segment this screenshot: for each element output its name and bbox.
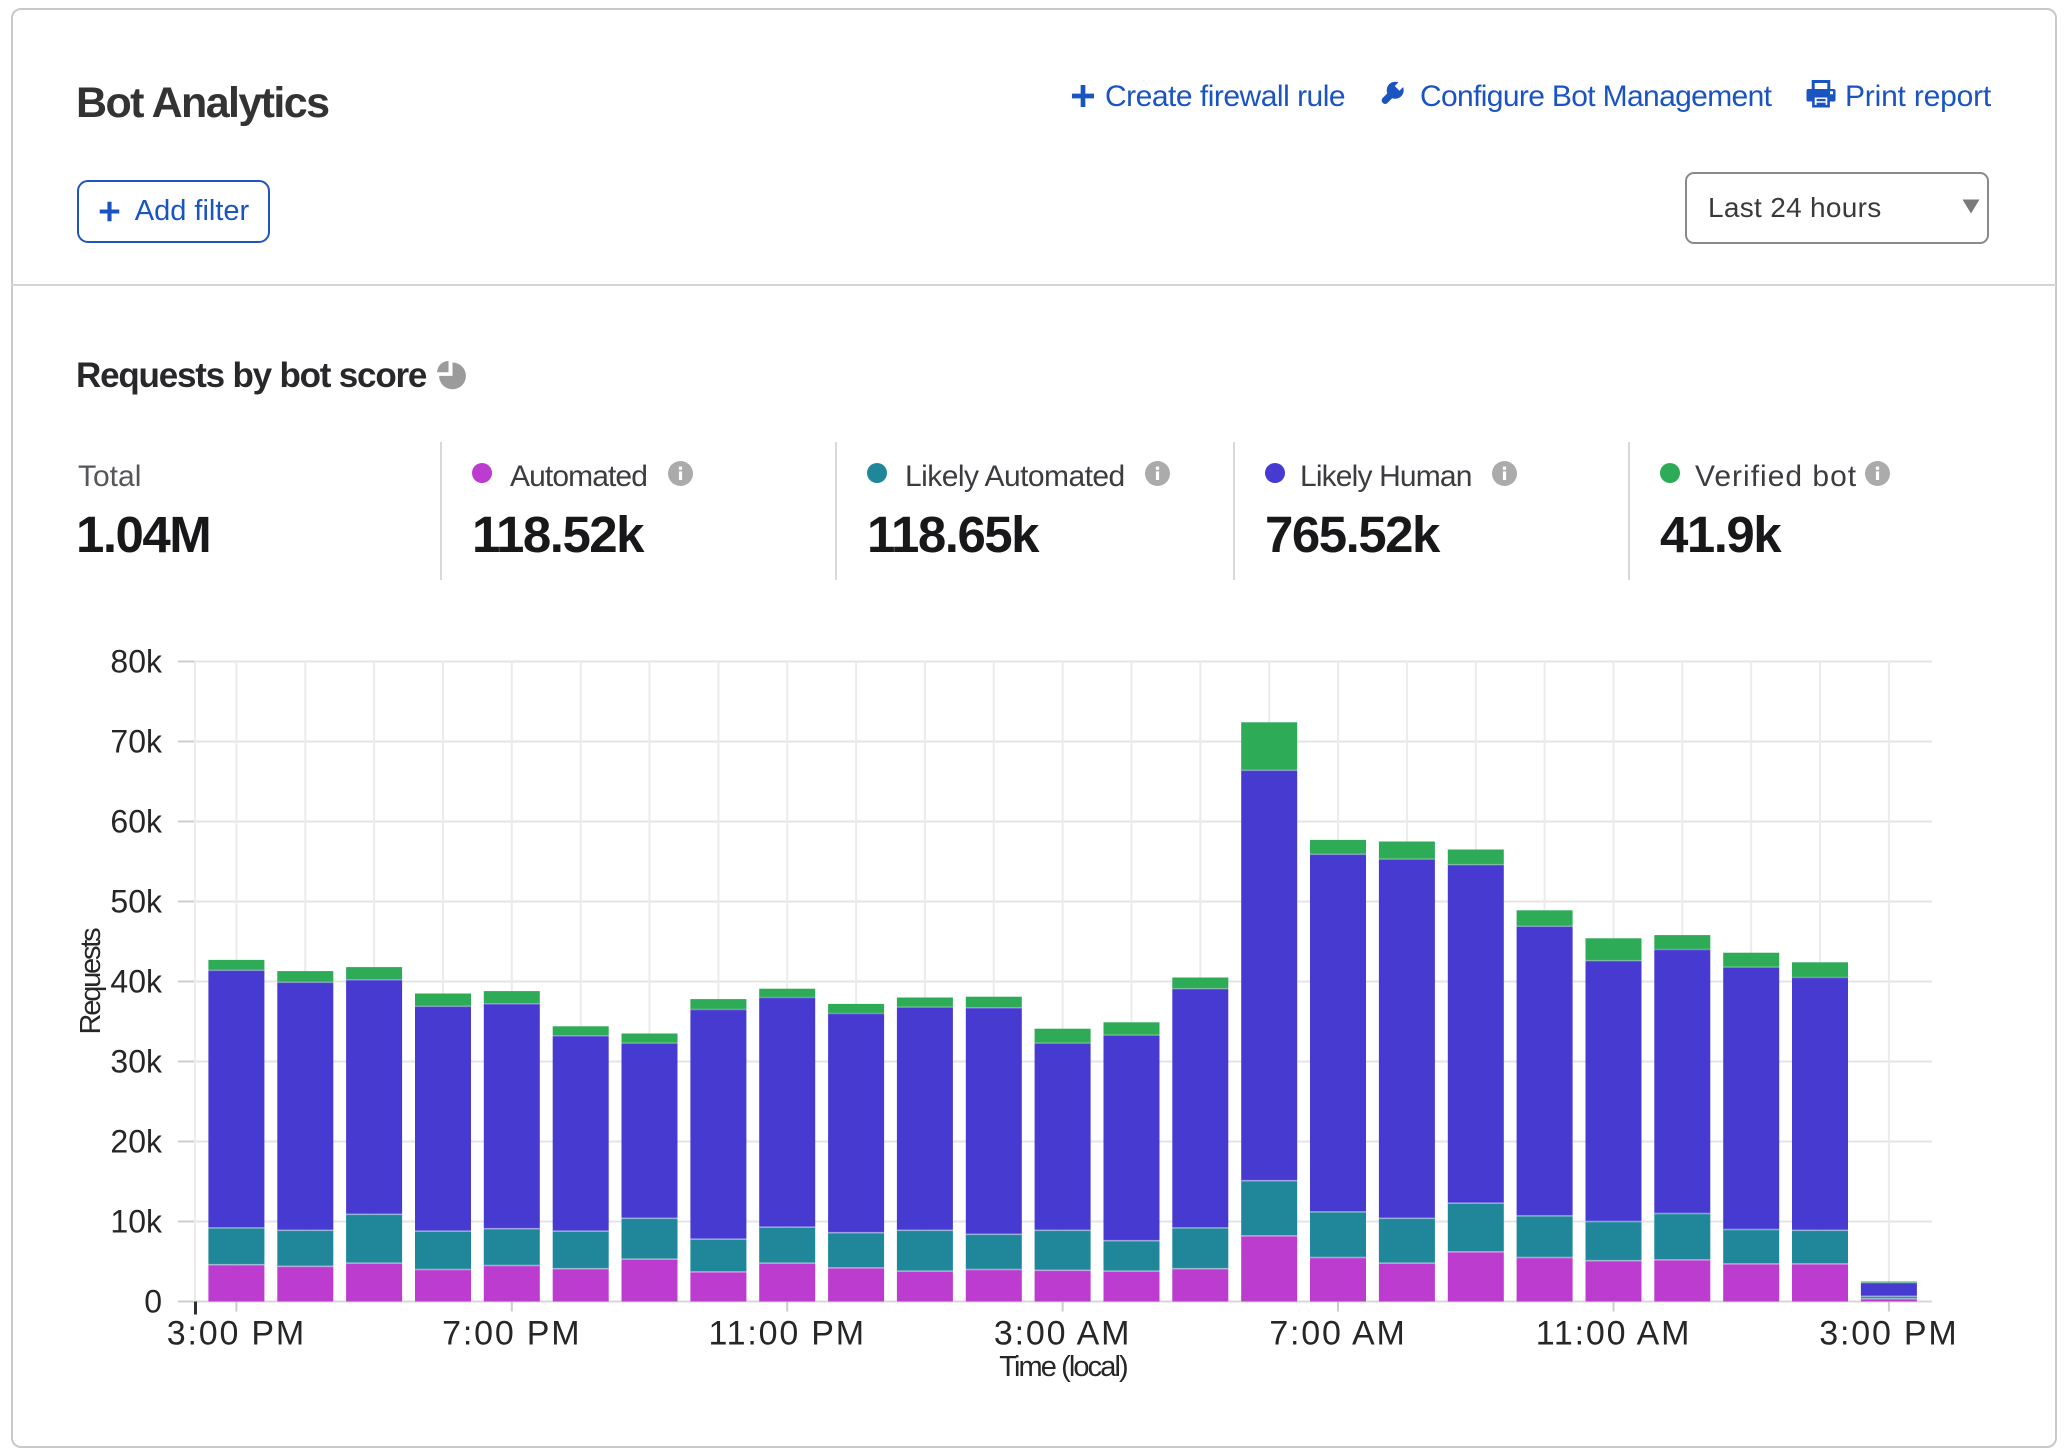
svg-text:11:00 AM: 11:00 AM	[1536, 1315, 1692, 1353]
svg-text:0: 0	[144, 1284, 162, 1320]
svg-text:50k: 50k	[110, 884, 163, 920]
svg-text:Requests: Requests	[75, 928, 107, 1035]
svg-text:40k: 40k	[110, 964, 163, 1000]
svg-text:3:00 PM: 3:00 PM	[1819, 1315, 1958, 1353]
svg-text:60k: 60k	[110, 804, 163, 840]
svg-text:10k: 10k	[110, 1204, 163, 1240]
svg-text:7:00 PM: 7:00 PM	[442, 1315, 581, 1353]
svg-text:3:00 AM: 3:00 AM	[994, 1315, 1131, 1353]
svg-text:11:00 PM: 11:00 PM	[708, 1315, 865, 1353]
svg-text:30k: 30k	[110, 1044, 163, 1080]
svg-text:Time (local): Time (local)	[999, 1351, 1127, 1383]
svg-text:20k: 20k	[110, 1124, 163, 1160]
svg-text:3:00 PM: 3:00 PM	[167, 1315, 306, 1353]
svg-text:80k: 80k	[110, 644, 163, 680]
svg-text:70k: 70k	[110, 724, 163, 760]
svg-text:7:00 AM: 7:00 AM	[1269, 1315, 1406, 1353]
